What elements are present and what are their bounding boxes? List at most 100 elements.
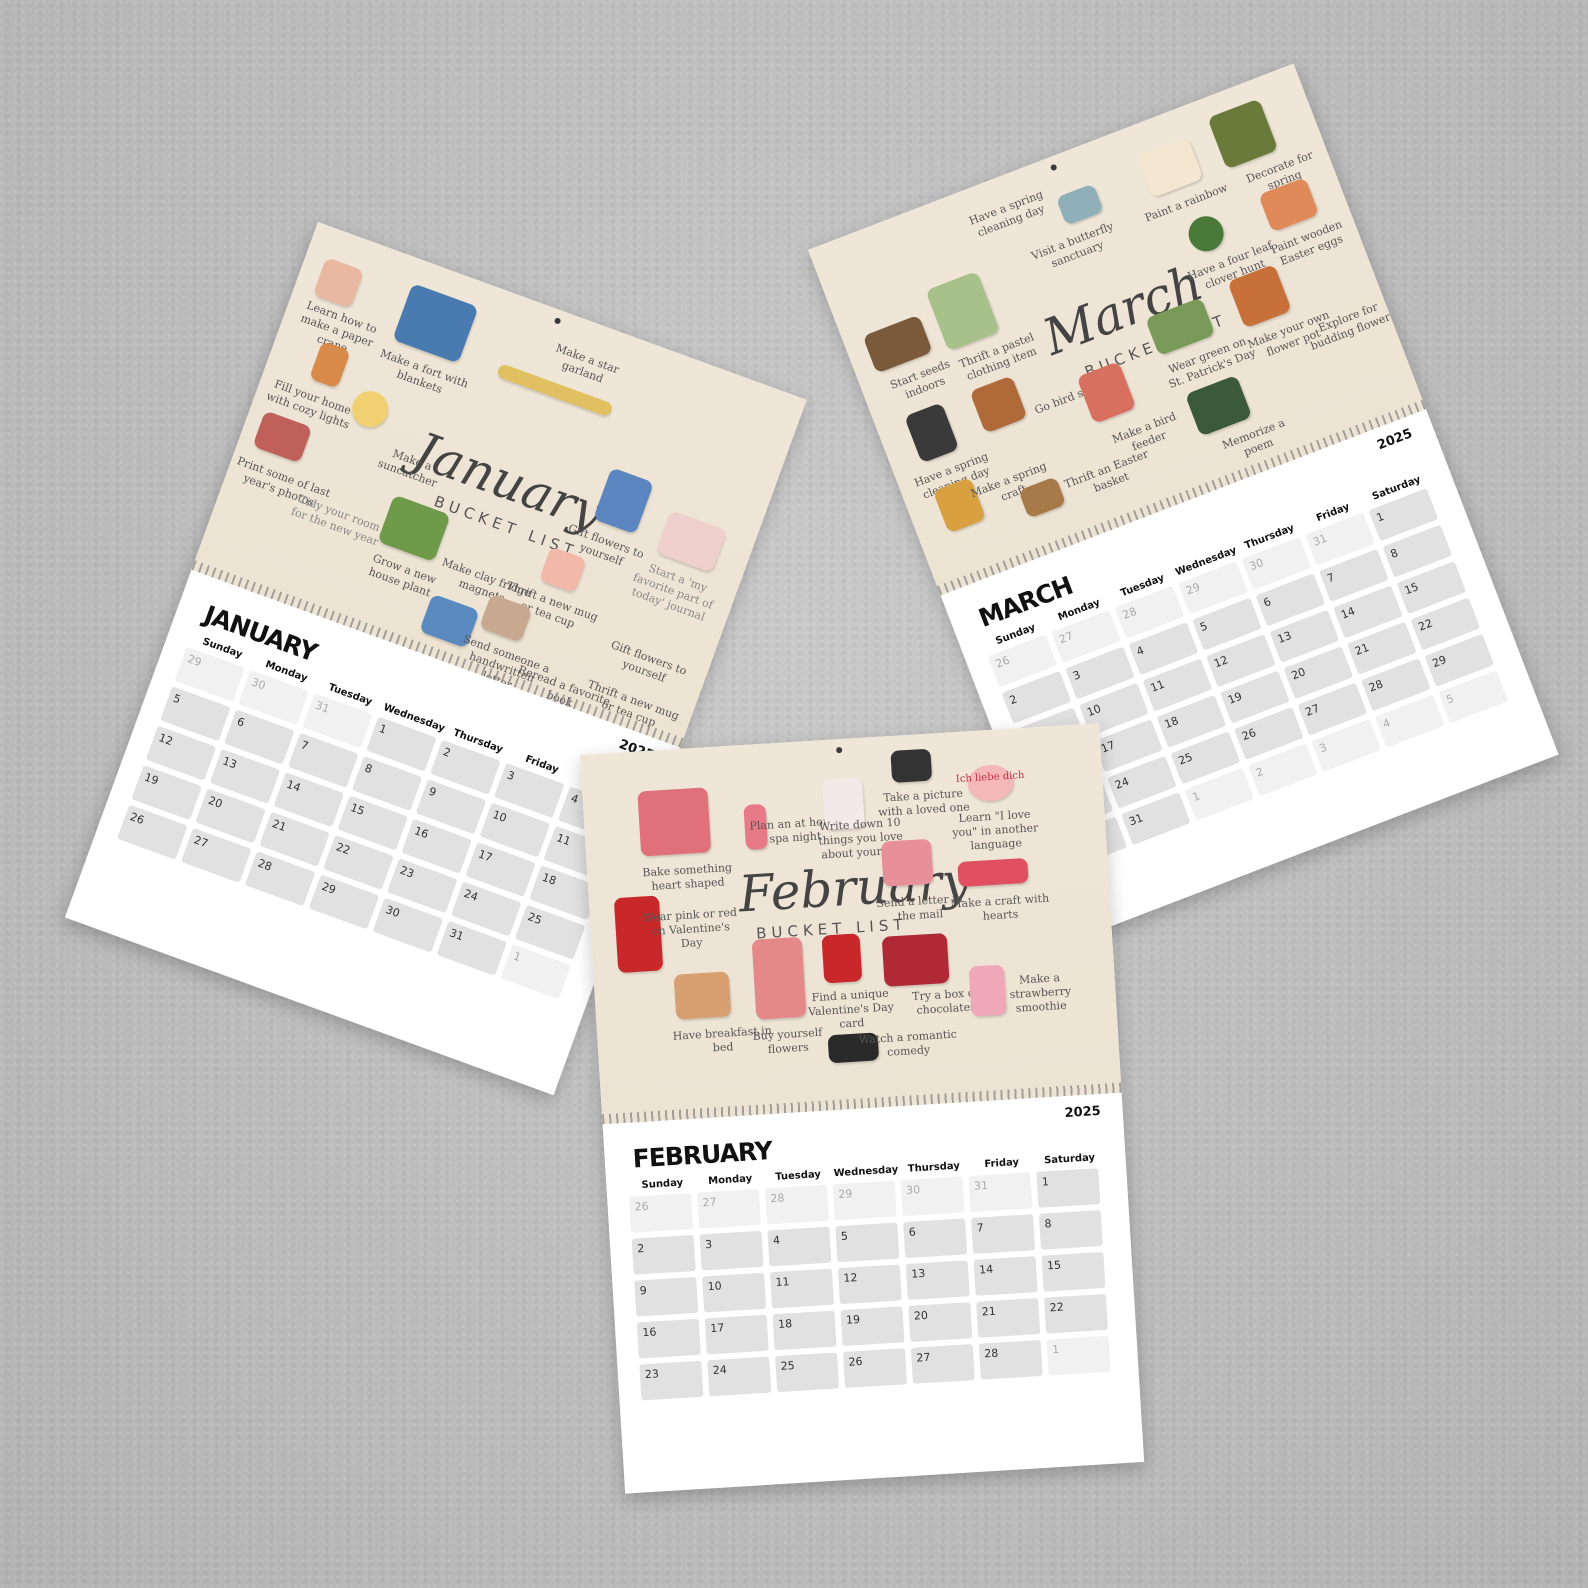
day-cell: 9 <box>634 1276 699 1317</box>
clover-icon <box>1183 211 1229 257</box>
day-number: 31 <box>973 1178 989 1193</box>
frame-icon <box>1207 98 1279 170</box>
weekday-label: Saturday <box>1043 1152 1096 1167</box>
weekday-label: Thursday <box>907 1160 961 1175</box>
weekday-label: Sunday <box>641 1177 684 1192</box>
day-number: 26 <box>848 1354 863 1369</box>
day-cell: 20 <box>908 1302 973 1342</box>
day-number: 17 <box>709 1321 725 1336</box>
day-number: 2 <box>1254 765 1266 780</box>
day-number: 29 <box>1430 652 1449 671</box>
day-number: 17 <box>1099 738 1117 756</box>
journal-icon <box>655 510 728 573</box>
activity: Have a spring cleaning day <box>967 187 1047 240</box>
valentine-card-icon <box>821 933 863 984</box>
day-cell: 28 <box>978 1339 1043 1380</box>
day-number: 13 <box>910 1266 926 1281</box>
day-number: 5 <box>171 691 183 707</box>
photo-frames-icon <box>252 410 313 464</box>
day-number: 14 <box>1339 604 1357 622</box>
heart-caterpillar-icon <box>957 857 1029 888</box>
day-number: 14 <box>978 1262 994 1277</box>
day-number: 15 <box>1402 580 1421 598</box>
day-number: 4 <box>772 1233 781 1248</box>
mailbox-icon <box>880 838 934 887</box>
day-number: 25 <box>526 910 544 928</box>
bird-icon <box>969 375 1028 434</box>
day-cell: 23 <box>639 1360 704 1401</box>
month-name: FEBRUARY <box>631 1136 773 1174</box>
day-number: 17 <box>476 847 495 865</box>
day-number: 27 <box>916 1350 931 1365</box>
february-grid: FEBRUARY 2025 Sunday Monday Tuesday Wednesd… <box>603 1093 1145 1494</box>
day-number: 1 <box>377 721 389 737</box>
day-number: 24 <box>712 1363 728 1378</box>
day-number: 30 <box>383 903 402 921</box>
day-number: 23 <box>398 863 416 881</box>
day-number: 29 <box>1184 580 1202 598</box>
day-cell: 24 <box>707 1356 772 1397</box>
activity: Tidy your room for the new year <box>289 492 382 549</box>
day-number: 12 <box>156 731 175 749</box>
weekday-label: Wednesday <box>833 1164 899 1180</box>
day-number: 3 <box>1071 668 1083 683</box>
day-cell: 19 <box>840 1306 905 1347</box>
day-number: 28 <box>770 1191 785 1206</box>
flowers-icon <box>593 467 655 535</box>
day-number: 7 <box>1325 570 1337 586</box>
day-number: 3 <box>505 768 517 784</box>
day-number: 8 <box>1388 546 1400 561</box>
day-number: 6 <box>1261 594 1273 610</box>
day-number: 10 <box>707 1279 723 1294</box>
weekday-label: Friday <box>984 1156 1020 1171</box>
day-number: 28 <box>256 856 274 874</box>
activity: Watch a romantic comedy <box>858 1027 958 1059</box>
day-number: 1 <box>1190 789 1202 805</box>
day-cell: 11 <box>769 1268 835 1309</box>
dustpan-icon <box>904 402 960 464</box>
day-number: 30 <box>1247 556 1266 574</box>
day-number: 4 <box>1381 716 1393 731</box>
day-number: 24 <box>462 886 480 904</box>
day-number: 20 <box>913 1308 929 1323</box>
day-cell: 21 <box>976 1298 1041 1338</box>
day-number: 3 <box>704 1237 713 1252</box>
day-cell: 26 <box>842 1348 908 1388</box>
day-cell: 26 <box>629 1193 694 1233</box>
day-number: 22 <box>1049 1300 1064 1315</box>
day-number: 31 <box>447 926 466 944</box>
seed-tray-icon <box>862 314 933 374</box>
day-cell: 4 <box>767 1226 832 1267</box>
day-cell: 31 <box>968 1172 1033 1213</box>
bouquet-icon <box>751 936 807 1020</box>
day-number: 29 <box>185 652 204 670</box>
day-number: 16 <box>412 824 431 842</box>
day-number: 3 <box>1317 740 1329 756</box>
day-number: 21 <box>270 817 289 835</box>
february-artwork: February BUCKET LIST Bake something hear… <box>580 723 1122 1125</box>
day-number: 24 <box>1113 774 1131 792</box>
day-number: 25 <box>780 1359 796 1373</box>
paper-crane-icon <box>312 257 365 309</box>
day-number: 31 <box>313 698 332 716</box>
day-number: 6 <box>235 714 247 730</box>
day-cell: 27 <box>910 1344 975 1384</box>
day-number: 28 <box>1367 677 1385 695</box>
year: 2025 <box>1064 1103 1102 1122</box>
camera-icon <box>890 748 933 783</box>
weekday-label: Monday <box>707 1173 753 1187</box>
day-number: 19 <box>1226 689 1244 707</box>
day-number: 7 <box>976 1221 985 1235</box>
day-number: 12 <box>843 1271 858 1285</box>
hanging-hole <box>836 746 843 754</box>
hanging-hole <box>1049 163 1058 172</box>
day-number: 13 <box>1275 628 1294 647</box>
activity: Wear pink or red on Valentine's Day <box>642 905 738 950</box>
day-number: 9 <box>639 1283 648 1298</box>
weekday-label: Tuesday <box>774 1169 822 1183</box>
hanging-hole <box>553 317 562 325</box>
day-cell: 18 <box>772 1310 837 1351</box>
day-number: 2 <box>1007 692 1019 708</box>
day-number: 27 <box>192 833 210 851</box>
waffles-icon <box>673 971 732 1020</box>
